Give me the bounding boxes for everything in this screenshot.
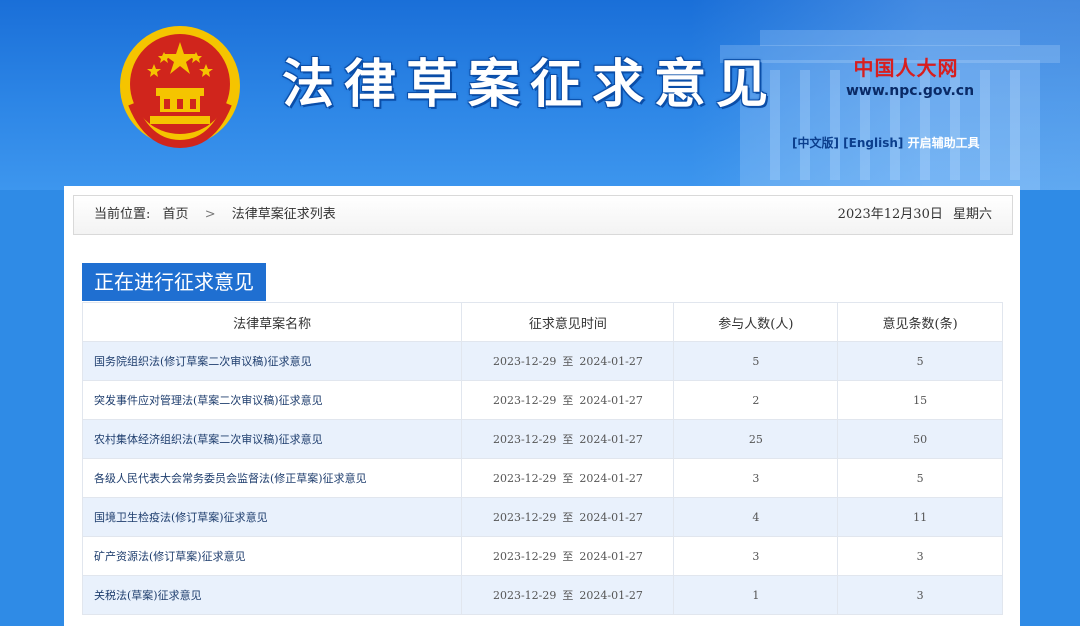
end-date: 2024-01-27 (579, 511, 643, 524)
period-separator: 至 (562, 589, 574, 602)
accessibility-tools-link[interactable]: 开启辅助工具 (908, 136, 980, 150)
start-date: 2023-12-29 (492, 550, 557, 563)
breadcrumb: 当前位置: 首页 > 法律草案征求列表 (94, 196, 344, 234)
participants-cell: 25 (673, 419, 839, 459)
table-row: 各级人民代表大会常务委员会监督法(修正草案)征求意见 2023-12-29 至 20… (81, 458, 1003, 498)
table-row: 国务院组织法(修订草案二次审议稿)征求意见 2023-12-29 至 2024-01… (81, 341, 1003, 381)
content-panel: 当前位置: 首页 > 法律草案征求列表 2023年12月30日 星期六 正在进行… (64, 186, 1020, 626)
table-row: 突发事件应对管理法(草案二次审议稿)征求意见 2023-12-29 至 2024-0… (81, 380, 1003, 420)
current-weekday: 星期六 (952, 207, 992, 222)
comments-cell: 5 (837, 341, 1003, 381)
end-date: 2024-01-27 (579, 394, 643, 407)
table-row: 农村集体经济组织法(草案二次审议稿)征求意见 2023-12-29 至 2024-0… (81, 419, 1003, 459)
comments-cell: 11 (837, 497, 1003, 537)
period-separator: 至 (562, 433, 574, 446)
end-date: 2024-01-27 (579, 472, 643, 485)
breadcrumb-label: 当前位置: (94, 207, 151, 222)
header-participants: 参与人数(人) (673, 302, 839, 342)
breadcrumb-home[interactable]: 首页 (163, 207, 189, 222)
npc-logo[interactable]: 中国人大网 www.npc.gov.cn (846, 52, 975, 99)
draft-name-link[interactable]: 国务院组织法(修订草案二次审议稿)征求意见 (81, 341, 463, 381)
start-date: 2023-12-29 (492, 511, 557, 524)
start-date: 2023-12-29 (492, 472, 557, 485)
period-cell: 2023-12-29 至 2024-01-27 (461, 536, 675, 576)
draft-law-table: 法律草案名称 征求意见时间 参与人数(人) 意见条数(条) 国务院组织法(修订草… (81, 302, 1003, 615)
end-date: 2024-01-27 (579, 355, 643, 368)
participants-cell: 2 (673, 380, 839, 420)
draft-name-link[interactable]: 各级人民代表大会常务委员会监督法(修正草案)征求意见 (81, 458, 463, 498)
period-cell: 2023-12-29 至 2024-01-27 (461, 380, 675, 420)
participants-cell: 4 (673, 497, 839, 537)
end-date: 2024-01-27 (579, 550, 643, 563)
npc-logo-text: 中国人大网 (853, 56, 959, 80)
period-separator: 至 (562, 355, 574, 368)
draft-name-link[interactable]: 突发事件应对管理法(草案二次审议稿)征求意见 (81, 380, 463, 420)
language-bar: [中文版] [English] 开启辅助工具 (792, 134, 980, 151)
start-date: 2023-12-29 (492, 589, 557, 602)
table-row: 关税法(草案)征求意见 2023-12-29 至 2024-01-27 1 3 (81, 575, 1003, 615)
period-cell: 2023-12-29 至 2024-01-27 (461, 497, 675, 537)
period-separator: 至 (562, 511, 574, 524)
national-emblem-icon (120, 26, 240, 148)
breadcrumb-separator: > (204, 207, 216, 222)
header-name: 法律草案名称 (81, 302, 463, 342)
comments-cell: 5 (837, 458, 1003, 498)
table-row: 矿产资源法(修订草案)征求意见 2023-12-29 至 2024-01-27 3 … (81, 536, 1003, 576)
breadcrumb-current[interactable]: 法律草案征求列表 (232, 207, 336, 222)
end-date: 2024-01-27 (579, 433, 643, 446)
date-info: 2023年12月30日 星期六 (832, 196, 992, 234)
start-date: 2023-12-29 (492, 433, 557, 446)
current-date: 2023年12月30日 (837, 207, 943, 222)
english-version-link[interactable]: [English] (843, 136, 903, 150)
period-cell: 2023-12-29 至 2024-01-27 (461, 575, 675, 615)
table-row: 国境卫生检疫法(修订草案)征求意见 2023-12-29 至 2024-01-27 … (81, 497, 1003, 537)
chinese-version-link[interactable]: [中文版] (792, 136, 839, 150)
period-separator: 至 (562, 550, 574, 563)
participants-cell: 5 (673, 341, 839, 381)
start-date: 2023-12-29 (492, 394, 557, 407)
participants-cell: 1 (673, 575, 839, 615)
comments-cell: 3 (837, 575, 1003, 615)
draft-name-link[interactable]: 关税法(草案)征求意见 (81, 575, 463, 615)
period-cell: 2023-12-29 至 2024-01-27 (461, 341, 675, 381)
comments-cell: 15 (837, 380, 1003, 420)
participants-cell: 3 (673, 458, 839, 498)
draft-name-link[interactable]: 矿产资源法(修订草案)征求意见 (81, 536, 463, 576)
header-comments: 意见条数(条) (837, 302, 1003, 342)
site-banner: 法律草案征求意见 中国人大网 www.npc.gov.cn [中文版] [Eng… (0, 0, 1080, 190)
start-date: 2023-12-29 (492, 355, 557, 368)
period-cell: 2023-12-29 至 2024-01-27 (461, 458, 675, 498)
site-title: 法律草案征求意见 (282, 54, 779, 115)
end-date: 2024-01-27 (579, 589, 643, 602)
comments-cell: 50 (837, 419, 1003, 459)
comments-cell: 3 (837, 536, 1003, 576)
npc-url: www.npc.gov.cn (846, 83, 975, 99)
draft-name-link[interactable]: 农村集体经济组织法(草案二次审议稿)征求意见 (81, 419, 463, 459)
period-separator: 至 (562, 472, 574, 485)
period-cell: 2023-12-29 至 2024-01-27 (461, 419, 675, 459)
participants-cell: 3 (673, 536, 839, 576)
location-bar: 当前位置: 首页 > 法律草案征求列表 2023年12月30日 星期六 (73, 195, 1013, 235)
draft-name-link[interactable]: 国境卫生检疫法(修订草案)征求意见 (81, 497, 463, 537)
header-period: 征求意见时间 (461, 302, 675, 342)
period-separator: 至 (562, 394, 574, 407)
section-title: 正在进行征求意见 (82, 263, 266, 301)
